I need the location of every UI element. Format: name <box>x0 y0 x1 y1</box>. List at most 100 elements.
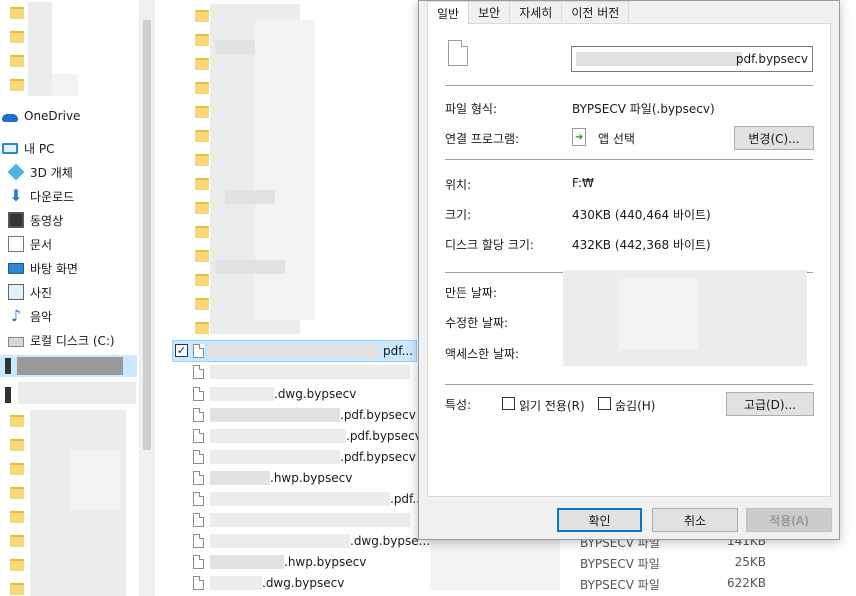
folder-icon <box>195 250 209 262</box>
redacted-area <box>28 2 52 96</box>
redacted-area <box>210 407 340 422</box>
change-button[interactable]: 변경(C)... <box>734 126 814 150</box>
nav-item-3d-objects[interactable]: 3D 개체 <box>7 161 73 183</box>
nav-item-videos[interactable]: 동영상 <box>8 209 63 231</box>
film-icon <box>8 212 24 228</box>
folder-item[interactable] <box>10 506 24 528</box>
filename-field[interactable]: pdf.bypsecv <box>571 46 813 72</box>
folder-icon <box>10 559 24 571</box>
table-row[interactable]: pdf... <box>193 340 413 361</box>
file-size: 25KB <box>734 555 766 569</box>
table-row[interactable]: .hwp.bypsecv <box>193 467 352 488</box>
file-type-icon <box>448 40 468 66</box>
tab-details[interactable]: 자세히 <box>509 1 563 22</box>
size-label: 크기: <box>445 208 472 222</box>
file-icon <box>193 470 204 485</box>
filename-text: pdf.bypsecv <box>735 52 808 66</box>
nav-item-mypc[interactable]: 내 PC <box>2 137 54 159</box>
tab-previous-versions[interactable]: 이전 버전 <box>561 1 630 22</box>
apply-button[interactable]: 적용(A) <box>746 508 832 532</box>
opens-with-value: 앱 선택 <box>598 132 635 146</box>
tab-security[interactable]: 보안 <box>468 1 511 22</box>
table-row[interactable]: .pdf... <box>193 488 424 509</box>
quick-access-item[interactable] <box>10 50 24 72</box>
nav-item-music[interactable]: ♪ 음악 <box>8 305 52 327</box>
redacted-area <box>225 190 275 204</box>
nav-label: OneDrive <box>24 109 81 123</box>
folder-icon <box>195 322 209 334</box>
folder-item[interactable] <box>10 530 24 552</box>
folder-icon <box>195 82 209 94</box>
tab-general[interactable]: 일반 <box>427 1 470 24</box>
ok-button[interactable]: 확인 <box>557 508 642 532</box>
nav-item-documents[interactable]: 문서 <box>8 233 52 255</box>
picture-icon <box>8 284 24 300</box>
file-name: .dwg.bypsecv <box>262 575 345 590</box>
folder-icon <box>195 202 209 214</box>
cancel-button[interactable]: 취소 <box>652 508 738 532</box>
folder-icon <box>195 154 209 166</box>
redacted-area <box>255 20 315 320</box>
nav-item-local-disk[interactable]: 로컬 디스크 (C:) <box>8 329 115 351</box>
redacted-area <box>210 470 270 485</box>
nav-label: 문서 <box>30 237 53 252</box>
folder-item[interactable] <box>10 482 24 504</box>
table-row[interactable]: .dwg.bypse... <box>193 530 430 551</box>
redacted-area <box>210 575 262 590</box>
nav-item-pictures[interactable]: 사진 <box>8 281 52 303</box>
folder-icon <box>195 298 209 310</box>
nav-label: 바탕 화면 <box>30 261 78 276</box>
file-name: .pdf.bypsecv <box>346 428 422 443</box>
nav-item-downloads[interactable]: ⬇ 다운로드 <box>8 185 74 207</box>
row-checkbox[interactable]: ✓ <box>175 344 188 357</box>
nav-item-drive[interactable] <box>0 384 17 406</box>
computer-icon <box>2 142 18 154</box>
folder-icon <box>195 10 209 22</box>
redacted-area <box>18 382 136 404</box>
folder-icon <box>10 31 24 43</box>
folder-item[interactable] <box>10 578 24 596</box>
nav-label: 사진 <box>30 285 53 300</box>
table-row[interactable]: .pdf.bypsecv <box>193 425 422 446</box>
redacted-area <box>210 386 274 401</box>
table-row[interactable]: .dwg.bypsecv <box>193 572 344 593</box>
nav-scrollbar[interactable] <box>139 0 155 596</box>
table-row[interactable]: .dwg.bypsecv <box>193 383 356 404</box>
file-type: BYPSECV 파일 <box>580 557 660 571</box>
quick-access-item[interactable] <box>10 2 24 24</box>
nav-label: 동영상 <box>30 213 64 228</box>
file-name: .dwg.bypsecv <box>274 386 357 401</box>
readonly-checkbox[interactable] <box>502 397 515 410</box>
folder-item[interactable] <box>10 434 24 456</box>
file-icon <box>193 364 204 379</box>
table-row[interactable]: .pdf.bypsecv <box>193 404 416 425</box>
hidden-checkbox[interactable] <box>598 397 611 410</box>
file-icon <box>193 491 204 506</box>
nav-item-drive-selected[interactable] <box>0 355 137 377</box>
separator <box>445 85 813 86</box>
attributes-label: 특성: <box>445 398 472 412</box>
table-row[interactable] <box>193 509 410 530</box>
quick-access-item[interactable] <box>10 26 24 48</box>
separator <box>445 159 813 160</box>
scrollbar-thumb[interactable] <box>143 20 151 450</box>
table-row[interactable] <box>193 361 410 382</box>
redacted-area <box>210 343 380 358</box>
quick-access-item[interactable] <box>10 74 24 96</box>
redacted-area <box>210 512 410 527</box>
folder-icon <box>195 58 209 70</box>
location-label: 위치: <box>445 178 472 192</box>
folder-item[interactable] <box>10 458 24 480</box>
nav-item-onedrive[interactable]: OneDrive <box>2 105 80 127</box>
nav-item-desktop[interactable]: 바탕 화면 <box>8 257 78 279</box>
file-icon <box>193 428 204 443</box>
advanced-button[interactable]: 고급(D)... <box>726 392 814 416</box>
table-row[interactable]: .hwp.bypsecv <box>193 551 366 572</box>
cube-icon <box>7 163 25 181</box>
nav-label: 내 PC <box>24 141 55 156</box>
folder-item[interactable] <box>10 410 24 432</box>
folder-item[interactable] <box>10 554 24 576</box>
nav-label: 음악 <box>30 309 53 324</box>
properties-dialog: 일반 보안 자세히 이전 버전 pdf.bypsecv 파일 형식: BYPSE… <box>418 0 840 540</box>
table-row[interactable]: .pdf.bypsecv <box>193 446 416 467</box>
